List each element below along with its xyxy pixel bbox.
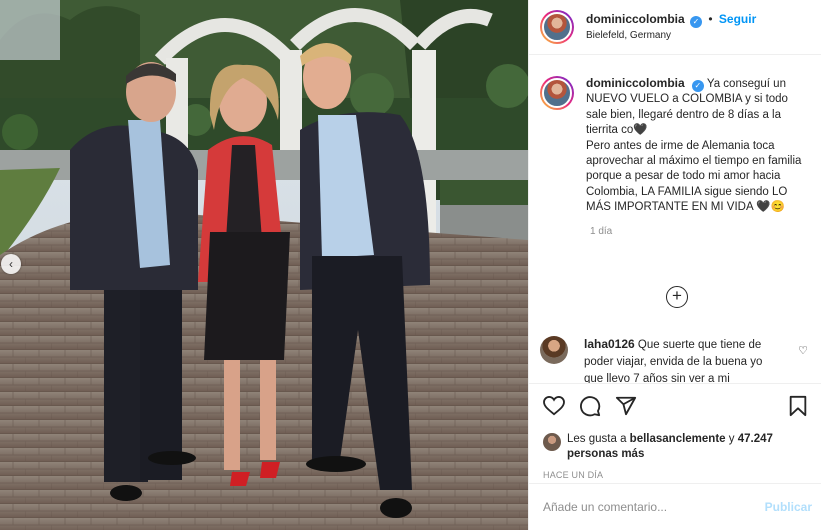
liker-username[interactable]: bellasanclemente bbox=[630, 433, 726, 445]
post-timestamp[interactable]: HACE UN DÍA bbox=[543, 470, 808, 480]
verified-badge-icon: ✓ bbox=[690, 15, 703, 28]
publish-button[interactable]: Publicar bbox=[765, 500, 812, 514]
action-icons bbox=[543, 394, 808, 418]
likes-connector: y bbox=[728, 433, 735, 445]
commenter-username[interactable]: laha0126 bbox=[584, 337, 635, 351]
post-actions: Les gusta a bellasanclemente y 47.247 pe… bbox=[529, 383, 821, 480]
plus-circle-icon: + bbox=[672, 286, 682, 305]
bookmark-icon[interactable] bbox=[788, 395, 808, 417]
comment-like-heart-icon[interactable]: ♡ bbox=[798, 344, 808, 357]
comment-text: laha0126 Que suerte que tiene de poder v… bbox=[584, 336, 774, 383]
comment-icon[interactable] bbox=[579, 395, 601, 417]
heart-icon[interactable] bbox=[543, 396, 565, 416]
liker-avatar[interactable] bbox=[543, 433, 561, 451]
caption-username[interactable]: dominiccolombia bbox=[586, 76, 685, 90]
load-more-comments-button[interactable]: + bbox=[666, 286, 688, 308]
comments-scroll-area[interactable]: dominiccolombia ✓ Ya conseguí un NUEVO V… bbox=[529, 56, 821, 383]
comment-input[interactable] bbox=[543, 500, 765, 514]
caption-line-2: Pero antes de irme de Alemania toca apro… bbox=[586, 139, 802, 214]
post-sidebar: dominiccolombia ✓ • Seguir Bielefeld, Ge… bbox=[528, 0, 821, 530]
header-text: dominiccolombia ✓ • Seguir Bielefeld, Ge… bbox=[586, 12, 756, 43]
post-header: dominiccolombia ✓ • Seguir Bielefeld, Ge… bbox=[529, 0, 821, 55]
follow-button[interactable]: Seguir bbox=[719, 12, 756, 26]
author-username[interactable]: dominiccolombia bbox=[586, 12, 685, 26]
chevron-left-icon: ‹ bbox=[9, 257, 13, 271]
commenter-avatar[interactable] bbox=[540, 336, 568, 364]
verified-badge-icon: ✓ bbox=[691, 80, 704, 92]
likes-prefix: Les gusta a bbox=[567, 433, 627, 445]
caption-text: dominiccolombia ✓ Ya conseguí un NUEVO V… bbox=[586, 76, 806, 216]
post-photo[interactable]: ‹ bbox=[0, 0, 528, 530]
add-comment-bar: Publicar bbox=[529, 483, 821, 530]
post-location[interactable]: Bielefeld, Germany bbox=[586, 28, 756, 43]
caption-author-avatar[interactable] bbox=[540, 76, 574, 110]
family-photo-image bbox=[0, 0, 528, 530]
previous-photo-button[interactable]: ‹ bbox=[1, 254, 21, 274]
comment-item: laha0126 Que suerte que tiene de poder v… bbox=[540, 336, 810, 383]
separator-dot: • bbox=[708, 11, 713, 26]
likes-text: Les gusta a bellasanclemente y 47.247 pe… bbox=[567, 432, 808, 462]
share-icon[interactable] bbox=[615, 395, 637, 417]
author-avatar[interactable] bbox=[540, 10, 574, 44]
likes-summary: Les gusta a bellasanclemente y 47.247 pe… bbox=[543, 432, 808, 462]
caption-time-ago[interactable]: 1 día bbox=[590, 226, 808, 237]
caption: dominiccolombia ✓ Ya conseguí un NUEVO V… bbox=[540, 76, 808, 216]
